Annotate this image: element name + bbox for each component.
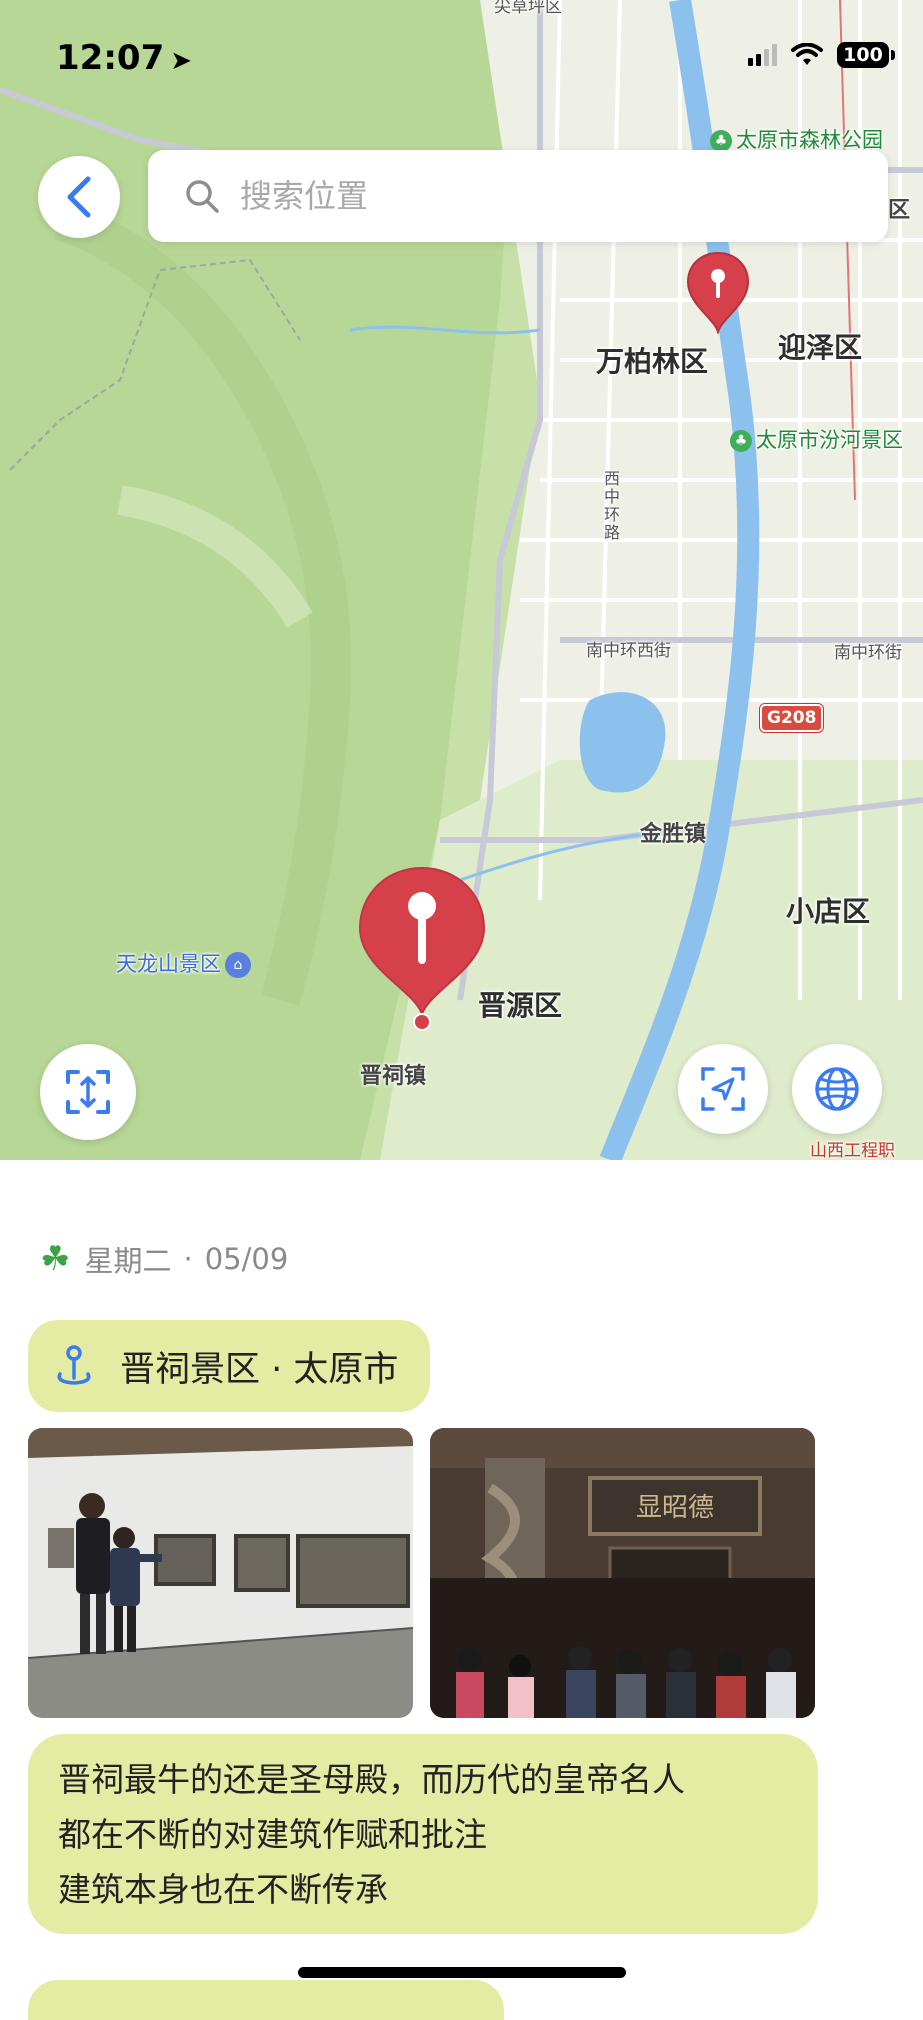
location-arrow-icon: ➤ xyxy=(170,46,193,76)
map-label-tianlong[interactable]: 天龙山景区 ⌂ xyxy=(116,948,251,978)
next-entry-chip[interactable] xyxy=(28,1980,504,2020)
map-label-wanbailin: 万柏林区 xyxy=(596,345,709,378)
entry-photo-1[interactable] xyxy=(28,1428,413,1718)
chevron-left-icon xyxy=(67,176,91,218)
location-pin-icon xyxy=(57,1345,91,1385)
park-icon: ♣ xyxy=(710,130,732,152)
map-label-xizhonghuan-road: 西中环路 xyxy=(601,470,620,542)
map-pin-selected[interactable] xyxy=(354,864,490,1032)
map-label-right-cut: 区 xyxy=(888,198,911,223)
map-label-fenhe-park[interactable]: ♣ 太原市汾河景区 xyxy=(730,424,903,454)
search-input[interactable] xyxy=(238,176,802,216)
location-label: 晋祠景区 · 太原市 xyxy=(120,1349,399,1390)
entry-photo-2[interactable]: 显昭德 xyxy=(430,1428,815,1718)
status-time: 12:07 xyxy=(56,38,165,78)
journal-sheet[interactable]: ☘ 星期二 · 05/09 晋祠景区 · 太原市 显昭德 晋祠最牛的还是圣母殿，… xyxy=(0,1160,923,2020)
photo-wall-inscriptions xyxy=(28,1428,413,1718)
map-globe-button[interactable] xyxy=(792,1044,882,1134)
expand-icon xyxy=(66,1070,110,1114)
status-clock: 12:07 ➤ xyxy=(56,38,192,78)
search-bar[interactable] xyxy=(148,150,888,242)
status-bar: 12:07 ➤ 100 xyxy=(0,0,923,115)
map-label-jinsheng: 金胜镇 xyxy=(640,822,707,847)
note-line-2: 都在不断的对建筑作赋和批注 xyxy=(58,1815,487,1854)
globe-icon xyxy=(815,1067,859,1111)
map-label-jinci: 晋祠镇 xyxy=(360,1064,427,1089)
map-label-bottom-right-cut: 山西工程职 xyxy=(810,1141,895,1160)
map-label-xiaodian: 小店区 xyxy=(786,895,871,928)
map-label-nanzhonghuan-west: 南中环西街 xyxy=(586,641,671,661)
date-row: ☘ 星期二 · 05/09 xyxy=(40,1238,288,1280)
back-button[interactable] xyxy=(38,156,120,238)
note-line-1: 晋祠最牛的还是圣母殿，而历代的皇帝名人 xyxy=(58,1760,685,1799)
plaque-text: 显昭德 xyxy=(636,1493,714,1523)
road-shield-g208: G208 xyxy=(760,704,824,732)
wifi-icon xyxy=(791,43,823,65)
locate-me-button[interactable] xyxy=(678,1044,768,1134)
weekday-label: 星期二 xyxy=(84,1244,172,1278)
scenic-icon: ⌂ xyxy=(225,952,251,978)
date-separator: · xyxy=(183,1242,193,1276)
map-label-yingze: 迎泽区 xyxy=(778,331,863,364)
note-card[interactable]: 晋祠最牛的还是圣母殿，而历代的皇帝名人 都在不断的对建筑作赋和批注 建筑本身也在… xyxy=(28,1734,818,1934)
home-indicator[interactable] xyxy=(298,1967,626,1978)
note-line-3: 建筑本身也在不断传承 xyxy=(58,1870,388,1909)
park-icon: ♣ xyxy=(730,430,752,452)
map-label-jinyuan: 晋源区 xyxy=(478,989,563,1022)
date-label: 05/09 xyxy=(204,1242,289,1276)
battery-icon: 100 xyxy=(837,42,895,68)
map-label-nanzhonghuan: 南中环街 xyxy=(834,643,902,663)
expand-map-button[interactable] xyxy=(40,1044,136,1140)
photo-temple-hall: 显昭德 xyxy=(430,1428,815,1718)
location-chip[interactable]: 晋祠景区 · 太原市 xyxy=(28,1320,431,1412)
search-icon xyxy=(186,180,219,213)
cellular-signal-icon xyxy=(748,44,777,66)
status-indicators: 100 xyxy=(748,42,895,68)
clover-icon: ☘ xyxy=(40,1239,71,1279)
locate-arrow-icon xyxy=(701,1067,745,1111)
map-pin-small[interactable] xyxy=(684,250,752,334)
